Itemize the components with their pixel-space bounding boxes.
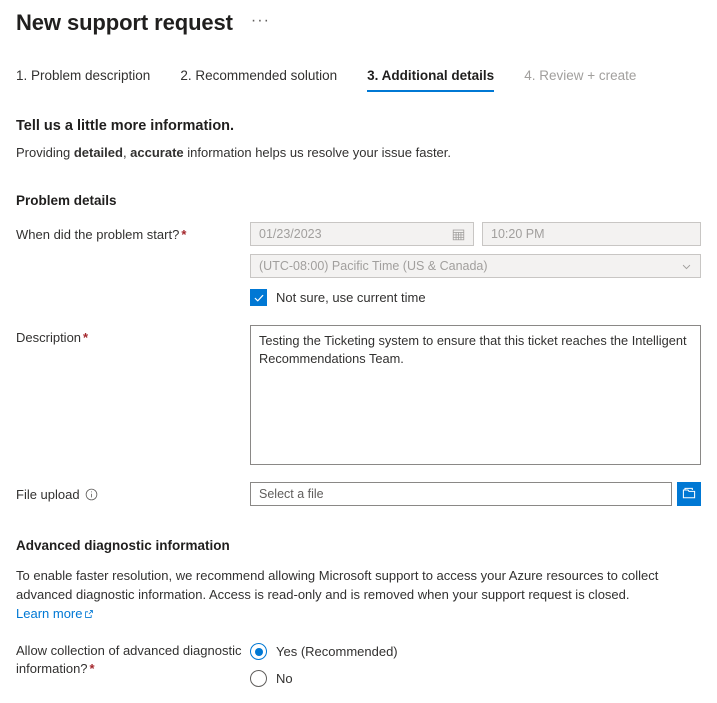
tab-recommended-solution[interactable]: 2. Recommended solution xyxy=(180,68,337,92)
more-options-icon[interactable]: ··· xyxy=(247,10,274,36)
tab-problem-description[interactable]: 1. Problem description xyxy=(16,68,150,92)
intro-desc-bold-accurate: accurate xyxy=(130,145,184,160)
not-sure-checkbox-label: Not sure, use current time xyxy=(276,290,426,305)
description-row: Description * xyxy=(16,325,701,468)
learn-more-link[interactable]: Learn more xyxy=(16,606,82,621)
radio-yes-label: Yes (Recommended) xyxy=(276,644,398,659)
advanced-paragraph-text: To enable faster resolution, we recommen… xyxy=(16,568,659,602)
problem-start-label-text: When did the problem start? xyxy=(16,227,180,242)
file-upload-label-text: File upload xyxy=(16,487,80,502)
file-upload-row: File upload xyxy=(16,482,701,506)
info-icon[interactable] xyxy=(85,488,98,501)
allow-collection-label-line2: information? xyxy=(16,661,88,676)
file-upload-label: File upload xyxy=(16,482,250,504)
timezone-value: (UTC-08:00) Pacific Time (US & Canada) xyxy=(259,259,488,273)
problem-start-row: When did the problem start?* 01/23/2023 xyxy=(16,222,701,306)
time-value: 10:20 PM xyxy=(491,227,545,241)
description-field xyxy=(250,325,701,468)
browse-file-button[interactable] xyxy=(677,482,701,506)
radio-option-yes[interactable]: Yes (Recommended) xyxy=(250,640,701,663)
advanced-diagnostic-paragraph: To enable faster resolution, we recommen… xyxy=(16,566,684,623)
intro-desc-bold-detailed: detailed xyxy=(73,145,123,160)
description-label-text: Description xyxy=(16,330,82,345)
allow-collection-options: Yes (Recommended) No xyxy=(250,639,701,690)
date-value: 01/23/2023 xyxy=(259,227,322,241)
external-link-icon xyxy=(84,609,94,619)
required-asterisk: * xyxy=(181,227,187,242)
not-sure-checkbox-row[interactable]: Not sure, use current time xyxy=(250,289,701,306)
radio-no-label: No xyxy=(276,671,293,686)
problem-start-date-input[interactable]: 01/23/2023 xyxy=(250,222,474,246)
chevron-down-icon xyxy=(681,261,692,272)
new-support-request-page: New support request ··· 1. Problem descr… xyxy=(0,0,717,690)
datetime-line: 01/23/2023 10:20 PM xyxy=(250,222,701,246)
page-title: New support request xyxy=(16,10,233,35)
not-sure-checkbox[interactable] xyxy=(250,289,267,306)
allow-collection-label: Allow collection of advanced diagnostic i… xyxy=(16,639,250,678)
allow-collection-row: Allow collection of advanced diagnostic i… xyxy=(16,639,701,690)
timezone-select[interactable]: (UTC-08:00) Pacific Time (US & Canada) xyxy=(250,254,701,278)
intro-heading: Tell us a little more information. xyxy=(16,118,235,134)
radio-option-no[interactable]: No xyxy=(250,667,701,690)
advanced-diagnostic-heading: Advanced diagnostic information xyxy=(16,538,230,553)
description-textarea[interactable] xyxy=(250,325,701,465)
problem-details-heading: Problem details xyxy=(16,193,117,208)
required-asterisk: * xyxy=(83,330,89,345)
calendar-icon xyxy=(452,228,465,241)
radio-no-indicator[interactable] xyxy=(250,670,267,687)
problem-start-time-input[interactable]: 10:20 PM xyxy=(482,222,701,246)
problem-start-fields: 01/23/2023 10:20 PM (UTC-08:00) Pacific … xyxy=(250,222,701,306)
intro-desc-part3: information helps us resolve your issue … xyxy=(183,145,452,160)
radio-yes-indicator[interactable] xyxy=(250,643,267,660)
tab-additional-details[interactable]: 3. Additional details xyxy=(367,68,495,92)
page-header: New support request ··· xyxy=(16,0,701,40)
intro-description: Providing detailed, accurate information… xyxy=(16,145,701,160)
allow-collection-label-line1: Allow collection of advanced diagnostic xyxy=(16,643,242,658)
folder-icon xyxy=(682,486,696,503)
file-upload-input[interactable] xyxy=(250,482,672,506)
required-asterisk: * xyxy=(89,661,95,676)
intro-desc-part1: Providing xyxy=(16,145,74,160)
description-label: Description * xyxy=(16,325,250,347)
tab-review-create[interactable]: 4. Review + create xyxy=(524,68,636,92)
file-upload-field xyxy=(250,482,701,506)
wizard-tabs: 1. Problem description 2. Recommended so… xyxy=(16,62,701,92)
problem-start-label: When did the problem start? * xyxy=(16,222,250,244)
